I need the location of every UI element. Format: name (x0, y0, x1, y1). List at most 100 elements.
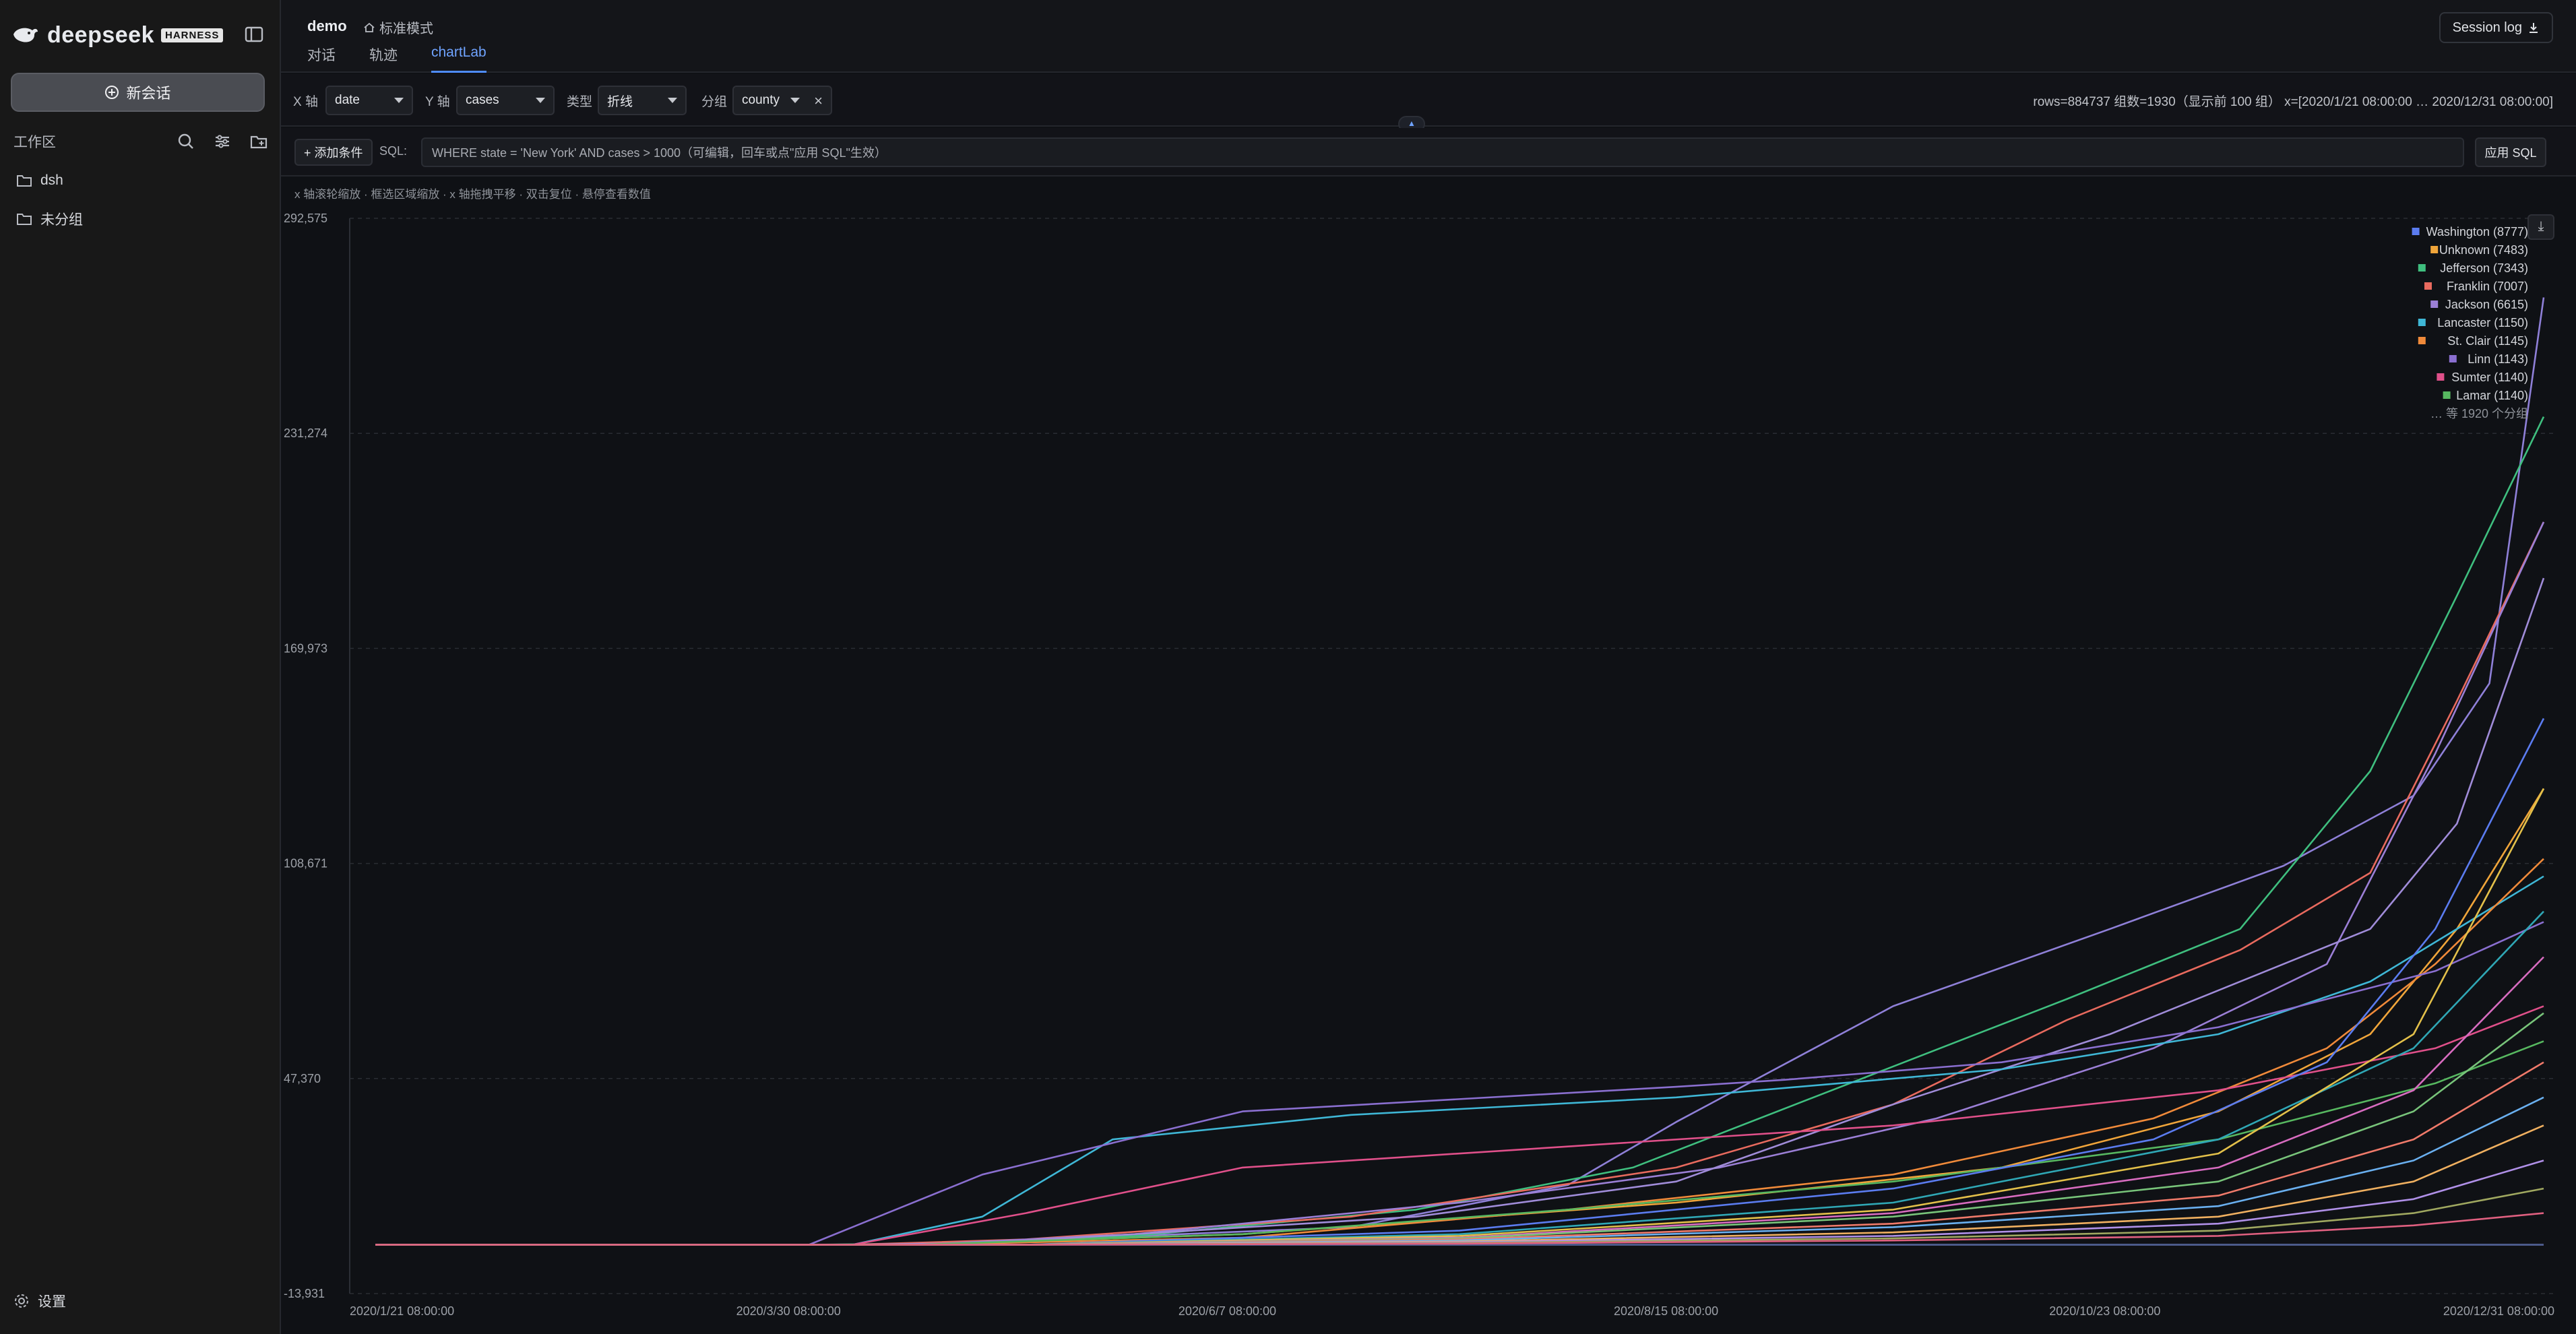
y-axis-label: Y 轴 (425, 95, 450, 109)
series-line (375, 521, 2545, 1246)
session-log-button[interactable]: Session log (2439, 12, 2553, 43)
chart-type-label: 类型 (567, 95, 593, 109)
legend-item-label: Lamar (1140) (2456, 389, 2528, 402)
clear-icon[interactable]: × (814, 92, 823, 110)
x-axis-select[interactable]: date (325, 86, 413, 115)
legend-item-label: Jefferson (7343) (2440, 261, 2528, 275)
tab-trace[interactable]: 轨迹 (369, 44, 398, 73)
home-icon (364, 22, 375, 32)
sidebar: deepseek HARNESS 新会话 工作区 dsh 未分组 设置 (0, 0, 281, 1334)
legend-item-label: Franklin (7007) (2447, 280, 2528, 293)
line-chart[interactable]: 292,575 231,274 169,973 108,671 47,370 -13,93… (281, 202, 2576, 1334)
sql-input[interactable]: WHERE state = 'New York' AND cases > 100… (421, 137, 2464, 167)
chevron-down-icon (790, 98, 800, 103)
y-tick-label: 108,671 (284, 857, 327, 870)
new-session-label: 新会话 (126, 85, 171, 102)
x-axis-label: X 轴 (293, 95, 318, 109)
legend-item-label: St. Clair (1145) (2447, 334, 2528, 348)
x-tick-label: 2020/3/30 08:00:00 (736, 1304, 841, 1318)
workspace-title: 工作区 (13, 135, 56, 150)
group-label: 分组 (701, 95, 728, 109)
series-line (375, 577, 2545, 1246)
legend-swatch (2430, 246, 2439, 253)
folder-label: dsh (40, 172, 63, 188)
legend-swatch (2418, 264, 2426, 272)
chart-type-select[interactable]: 折线 (598, 86, 687, 115)
x-tick-label: 2020/6/7 08:00:00 (1179, 1304, 1276, 1318)
y-axis-select[interactable]: cases (456, 86, 555, 115)
chevron-down-icon (536, 98, 545, 103)
apply-sql-button[interactable]: 应用 SQL (2475, 137, 2546, 167)
folder-icon (17, 214, 32, 225)
y-axis-value: cases (466, 93, 499, 107)
x-tick-label: 2020/10/23 08:00:00 (2049, 1304, 2160, 1318)
y-tick-label: 231,274 (284, 426, 327, 440)
legend-swatch (2443, 391, 2451, 399)
chart-toolbar: X 轴 date Y 轴 cases 类型 折线 分组 county × row… (281, 74, 2576, 127)
brand: deepseek HARNESS (12, 20, 224, 50)
chart-type-value: 折线 (607, 94, 633, 109)
y-tick-label: 47,370 (284, 1072, 321, 1085)
settings-button[interactable]: 设置 (13, 1291, 66, 1311)
folder-item-ungrouped[interactable]: 未分组 (16, 205, 83, 232)
mode-badge[interactable]: 标准模式 (363, 18, 433, 37)
new-folder-icon[interactable] (248, 131, 270, 152)
folder-label: 未分组 (40, 212, 83, 228)
y-tick-label: 292,575 (284, 212, 327, 225)
filter-sliders-icon[interactable] (212, 131, 233, 152)
main-panel: demo 标准模式 对话 轨迹 chartLab Session log X 轴… (281, 0, 2576, 1334)
legend-swatch (2412, 228, 2420, 235)
series-line (375, 416, 2545, 1246)
legend-swatch (2424, 282, 2432, 290)
x-tick-label: 2020/8/15 08:00:00 (1614, 1304, 1718, 1318)
series-line (375, 1096, 2544, 1246)
sql-bar: + 添加条件 SQL: WHERE state = 'New York' AND… (281, 128, 2576, 177)
legend-item-label: Linn (1143) (2468, 352, 2528, 366)
folder-icon (17, 175, 32, 187)
x-tick-label: 2020/12/31 08:00:00 (2443, 1304, 2554, 1318)
series-line (375, 1040, 2544, 1246)
topbar: demo 标准模式 对话 轨迹 chartLab Session log (281, 0, 2576, 73)
gear-icon (15, 1294, 28, 1308)
y-tick-label: -13,931 (284, 1287, 325, 1300)
mode-label: 标准模式 (379, 22, 433, 36)
whale-logo-icon (13, 28, 38, 42)
series-line (375, 521, 2545, 1246)
sql-label: SQL: (379, 144, 408, 158)
series-line (375, 875, 2544, 1246)
session-log-label: Session log (2452, 20, 2522, 35)
folder-item-dsh[interactable]: dsh (16, 167, 63, 194)
group-select[interactable]: county × (732, 86, 832, 115)
add-condition-button[interactable]: + 添加条件 (294, 139, 373, 166)
legend-swatch (2418, 337, 2426, 344)
series-line (375, 858, 2544, 1246)
legend-toggle-button[interactable]: ⤓ (2527, 214, 2554, 240)
legend-swatch (2430, 300, 2439, 308)
legend-swatch (2418, 319, 2426, 326)
chevron-down-icon (668, 98, 677, 103)
legend-item-label: Washington (8777) (2426, 225, 2528, 239)
plus-circle-icon (105, 86, 119, 99)
series-line (375, 1124, 2544, 1246)
tab-chat[interactable]: 对话 (307, 44, 336, 73)
brand-name: deepseek (47, 22, 154, 48)
y-tick-label: 169,973 (284, 641, 327, 655)
search-icon[interactable] (175, 131, 197, 152)
workspace-header: 工作区 (13, 128, 270, 155)
tab-chartlab[interactable]: chartLab (431, 44, 486, 73)
x-axis-value: date (335, 93, 360, 107)
chart-hint: x 轴滚轮缩放 · 框选区域缩放 · x 轴拖拽平移 · 双击复位 · 悬停查看… (294, 188, 651, 201)
x-tick-label: 2020/1/21 08:00:00 (350, 1304, 454, 1318)
legend-item-label: Lancaster (1150) (2437, 316, 2528, 329)
new-session-button[interactable]: 新会话 (11, 73, 265, 112)
legend-swatch (2449, 355, 2457, 362)
legend-item-label: Jackson (6615) (2445, 298, 2528, 311)
legend-item-label: Sumter (1140) (2451, 371, 2528, 384)
series-line (375, 297, 2545, 1246)
download-icon (2530, 23, 2538, 33)
settings-label: 设置 (38, 1294, 66, 1310)
series-line (375, 1005, 2544, 1246)
brand-tag: HARNESS (161, 28, 224, 42)
sidebar-collapse-icon[interactable] (243, 23, 265, 46)
session-title: demo (307, 18, 347, 34)
